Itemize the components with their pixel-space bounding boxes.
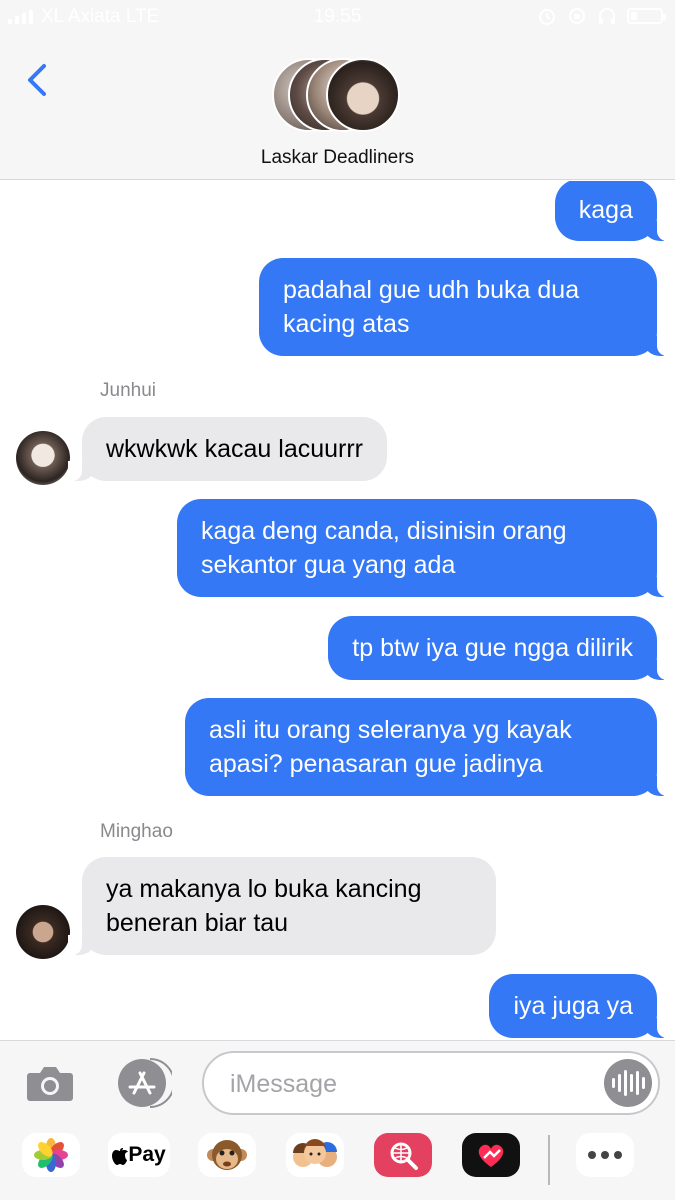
imessage-input[interactable] — [230, 1067, 590, 1101]
apple-pay-button[interactable]: Pay — [108, 1133, 170, 1177]
message-text: kaga — [578, 196, 633, 224]
message-text: wkwkwk kacau lacuurrr — [106, 435, 364, 463]
photos-app-button[interactable] — [22, 1133, 80, 1177]
message-text: tp btw iya gue ngga dilirik — [352, 634, 633, 662]
back-button[interactable] — [18, 58, 58, 102]
camera-button[interactable] — [24, 1061, 76, 1105]
conversation-header: XL Axiata LTE 19.55 Laskar Deadliners — [0, 0, 675, 180]
web-search-button[interactable] — [374, 1133, 432, 1177]
message-bubble-outgoing[interactable]: tp btw iya gue ngga dilirik — [328, 616, 671, 680]
alarm-icon — [539, 9, 555, 25]
apple-pay-label: Pay — [128, 1143, 166, 1166]
message-bubble-incoming[interactable]: ya makanya lo buka kancing beneran biar … — [68, 857, 496, 955]
animoji-button[interactable] — [198, 1133, 256, 1177]
message-text: iya juga ya — [513, 992, 633, 1020]
app-drawer: Pay — [0, 1133, 675, 1193]
photos-icon — [34, 1138, 68, 1172]
message-text: sekantor gua yang ada — [201, 551, 456, 579]
status-right — [537, 6, 666, 26]
message-bubble-outgoing[interactable]: asli itu orang seleranya yg kayak apasi?… — [185, 698, 671, 796]
sender-name: Junhui — [100, 380, 156, 401]
message-text: kaga deng canda, disinisin orang — [201, 517, 567, 545]
message-bubble-outgoing[interactable]: kaga deng canda, disinisin orang sekanto… — [177, 499, 671, 597]
message-thread: kaga padahal gue udh buka dua kacing ata… — [0, 181, 675, 1039]
memoji-icon — [293, 1139, 337, 1167]
apple-pay-icon — [112, 1148, 129, 1165]
message-bubble-outgoing[interactable]: padahal gue udh buka dua kacing atas — [259, 258, 671, 356]
message-input-field[interactable] — [202, 1051, 660, 1115]
more-apps-button[interactable] — [576, 1133, 634, 1177]
chevron-left-icon — [28, 64, 46, 96]
appstore-icon — [118, 1058, 175, 1108]
status-bar: XL Axiata LTE 19.55 — [0, 0, 675, 36]
message-text: beneran biar tau — [106, 909, 289, 937]
message-text: ya makanya lo buka kancing — [106, 875, 422, 903]
battery-icon — [627, 8, 666, 24]
audio-waveform-icon — [611, 1078, 615, 1088]
more-icon — [588, 1151, 622, 1159]
message-text: kacing atas — [283, 310, 410, 338]
message-bubble-incoming[interactable]: wkwkwk kacau lacuurrr — [67, 417, 388, 481]
avatar[interactable] — [16, 431, 70, 485]
composer-bar: Pay — [0, 1040, 675, 1200]
group-name[interactable]: Laskar Deadliners — [0, 147, 675, 169]
message-text: apasi? penasaran gue jadinya — [209, 750, 543, 778]
web-search-icon — [390, 1142, 418, 1170]
camera-icon — [27, 1067, 73, 1101]
message-bubble-outgoing[interactable]: kaga — [554, 181, 672, 241]
group-avatars[interactable] — [272, 58, 404, 134]
digital-touch-icon — [478, 1144, 504, 1167]
audio-message-button[interactable] — [604, 1059, 652, 1107]
message-text: padahal gue udh buka dua — [283, 276, 580, 304]
message-bubble-outgoing[interactable]: iya juga ya — [489, 974, 671, 1038]
avatar — [326, 58, 400, 132]
memoji-button[interactable] — [286, 1133, 344, 1177]
digital-touch-button[interactable] — [462, 1133, 520, 1177]
app-store-button[interactable] — [114, 1057, 175, 1109]
monkey-emoji-icon — [207, 1140, 247, 1170]
drawer-divider — [548, 1135, 550, 1185]
message-text: asli itu orang seleranya yg kayak — [209, 716, 572, 744]
orientation-lock-icon — [569, 8, 585, 24]
sender-name: Minghao — [100, 821, 173, 842]
headphones-icon — [599, 8, 615, 24]
avatar[interactable] — [16, 905, 70, 959]
